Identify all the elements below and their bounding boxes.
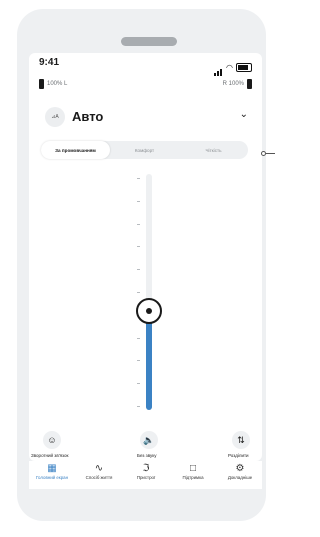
volume-tick: [137, 269, 140, 271]
mode-selector: За промовчанням Комфорт Чіткість: [41, 141, 248, 159]
volume-tick: [137, 292, 140, 293]
wifi-icon: ◠: [226, 62, 233, 72]
volume-tick: [137, 337, 140, 339]
volume-tick: [137, 200, 140, 202]
battery-icon: [236, 62, 252, 72]
device-speaker: [121, 37, 177, 46]
tab-devices[interactable]: ℑ Пристрої: [123, 463, 169, 480]
smile-icon: ☺: [47, 435, 57, 445]
right-battery-label: R 100%: [222, 81, 244, 87]
gear-icon: ⚙: [235, 463, 245, 474]
status-bar: 9:41 ◠: [29, 57, 262, 76]
mute-button[interactable]: 🔈: [140, 431, 158, 449]
left-battery-label: 100% L: [47, 81, 68, 87]
chat-icon: □: [189, 463, 197, 474]
tab-home[interactable]: ▦ Головний екран: [29, 463, 75, 480]
tab-more[interactable]: ⚙ Докладніше: [217, 463, 263, 480]
left-battery: 100% L: [39, 79, 67, 89]
chevron-down-icon[interactable]: ⌄: [240, 109, 248, 120]
tab-lifestyle-label: Спосіб життя: [85, 475, 113, 480]
mode-clarity[interactable]: Чіткість: [179, 141, 248, 159]
mode-default[interactable]: За промовчанням: [41, 141, 110, 159]
grid-icon: ▦: [47, 463, 57, 474]
app-screen: 9:41 ◠ 100% L R 100% ⊿A Авто ⌄ За промов…: [29, 53, 262, 461]
volume-slider-fill: [146, 311, 152, 410]
split-label: Розділити: [228, 453, 249, 458]
program-name: Авто: [72, 109, 104, 124]
volume-tick: [137, 223, 140, 225]
tab-bar: ▦ Головний екран ∿ Спосіб життя ℑ Пристр…: [29, 461, 262, 489]
feedback-button[interactable]: ☺: [43, 431, 61, 449]
split-button[interactable]: ⇅: [232, 431, 250, 449]
program-icon: ⊿A: [45, 107, 65, 127]
mute-label: Без звуку: [137, 453, 157, 458]
right-battery-icon: [247, 79, 252, 89]
mode-comfort[interactable]: Комфорт: [110, 141, 179, 159]
tab-support[interactable]: □ Підтримка: [170, 463, 216, 480]
left-battery-icon: [39, 79, 44, 89]
volume-slider-thumb[interactable]: [136, 298, 162, 324]
volume-tick: [137, 360, 140, 362]
devices-icon: ℑ: [142, 463, 150, 474]
tab-lifestyle[interactable]: ∿ Спосіб життя: [76, 463, 122, 480]
tab-support-label: Підтримка: [182, 475, 204, 480]
volume-slider[interactable]: [146, 174, 152, 410]
hearing-aid-batteries: 100% L R 100%: [29, 79, 262, 93]
split-icon: ⇅: [237, 434, 245, 445]
right-battery: R 100%: [223, 79, 252, 89]
volume-tick: [137, 178, 140, 179]
tab-more-label: Докладніше: [227, 475, 253, 480]
volume-tick: [137, 383, 140, 385]
feedback-label: Зворотний зв'язок: [31, 453, 69, 458]
tab-home-label: Головний екран: [35, 475, 69, 480]
signal-icon: [214, 58, 223, 76]
activity-icon: ∿: [94, 463, 104, 474]
tab-devices-label: Пристрої: [136, 475, 156, 480]
program-selector[interactable]: ⊿A Авто ⌄: [29, 105, 262, 131]
status-time: 9:41: [39, 57, 60, 68]
volume-tick: [137, 406, 140, 407]
speaker-icon: 🔈: [143, 434, 155, 445]
volume-tick: [137, 246, 140, 248]
callout-line: [266, 153, 275, 154]
status-icons: ◠: [214, 58, 252, 76]
